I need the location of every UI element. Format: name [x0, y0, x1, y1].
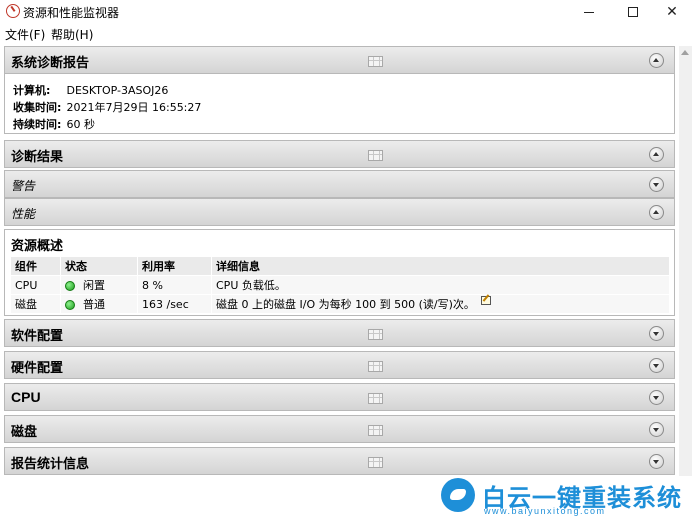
expand-toggle[interactable] [649, 358, 664, 373]
minimize-icon [584, 11, 594, 13]
close-button[interactable]: ✕ [655, 0, 689, 24]
section-label: 系统诊断报告 [11, 56, 90, 71]
table-row: CPU 闲置 8 % CPU 负载低。 [10, 275, 670, 295]
info-key: 持续时间: [13, 118, 62, 131]
column-header: 组件 [10, 256, 61, 276]
section-label: 报告统计信息 [11, 457, 90, 472]
status-text: 普通 [83, 298, 105, 311]
section-label: CPU [11, 389, 41, 405]
chevron-down-icon [653, 332, 659, 336]
resource-monitor-icon [6, 4, 20, 18]
vertical-scrollbar[interactable] [679, 46, 692, 476]
minimize-button[interactable] [572, 0, 606, 24]
section-label: 性能 [11, 207, 36, 221]
section-disk[interactable]: 磁盘 [4, 415, 675, 443]
table-view-icon[interactable] [368, 150, 383, 161]
details-text: 磁盘 0 上的磁盘 I/O 为每秒 100 到 500 (读/写)次。 [216, 298, 475, 311]
status-ok-icon [65, 300, 75, 310]
section-label: 磁盘 [11, 425, 38, 440]
section-report-stats[interactable]: 报告统计信息 [4, 447, 675, 475]
info-value: 2021年7月29日 16:55:27 [66, 101, 202, 114]
section-label: 软件配置 [11, 329, 64, 344]
close-icon: ✕ [666, 4, 678, 20]
section-diagnostic-results[interactable]: 诊断结果 [4, 140, 675, 168]
table-view-icon[interactable] [368, 425, 383, 436]
expand-toggle[interactable] [649, 454, 664, 469]
expand-toggle[interactable] [649, 326, 664, 341]
info-computer: 计算机: DESKTOP-3ASOJ26 [13, 82, 168, 98]
report-info-panel: 计算机: DESKTOP-3ASOJ26 收集时间: 2021年7月29日 16… [4, 74, 675, 134]
edit-icon[interactable] [480, 296, 491, 305]
maximize-button[interactable] [616, 0, 650, 24]
expand-toggle[interactable] [649, 422, 664, 437]
twitter-bird-logo-icon [441, 478, 475, 512]
cell-details: 磁盘 0 上的磁盘 I/O 为每秒 100 到 500 (读/写)次。 [211, 294, 670, 314]
chevron-down-icon [653, 183, 659, 187]
resource-overview-title: 资源概述 [11, 239, 64, 254]
cell-status: 闲置 [60, 275, 138, 295]
column-header: 详细信息 [211, 256, 670, 276]
column-header: 利用率 [137, 256, 212, 276]
chevron-down-icon [653, 460, 659, 464]
section-label: 诊断结果 [11, 150, 64, 165]
chevron-down-icon [653, 364, 659, 368]
maximize-icon [628, 7, 638, 17]
collapse-toggle[interactable] [649, 205, 664, 220]
watermark: 白云一键重装系统 www.baiyunxitong.com [436, 474, 692, 521]
column-header: 状态 [60, 256, 138, 276]
menu-bar: 文件(F) 帮助(H) [0, 24, 692, 42]
cell-component: 磁盘 [10, 294, 61, 314]
chevron-down-icon [653, 396, 659, 400]
section-system-report[interactable]: 系统诊断报告 [4, 46, 675, 74]
chevron-up-icon [653, 210, 659, 214]
expand-toggle[interactable] [649, 390, 664, 405]
expand-toggle[interactable] [649, 177, 664, 192]
cell-utilization: 8 % [137, 275, 212, 295]
section-software-config[interactable]: 软件配置 [4, 319, 675, 347]
chevron-up-icon [653, 152, 659, 156]
section-performance[interactable]: 性能 [4, 198, 675, 226]
section-label: 警告 [11, 179, 36, 193]
section-cpu[interactable]: CPU [4, 383, 675, 411]
cell-status: 普通 [60, 294, 138, 314]
collapse-toggle[interactable] [649, 147, 664, 162]
info-duration: 持续时间: 60 秒 [13, 116, 95, 132]
window-title: 资源和性能监视器 [23, 6, 120, 20]
section-hardware-config[interactable]: 硬件配置 [4, 351, 675, 379]
collapse-toggle[interactable] [649, 53, 664, 68]
table-view-icon[interactable] [368, 329, 383, 340]
chevron-down-icon [653, 428, 659, 432]
section-warning[interactable]: 警告 [4, 170, 675, 198]
info-key: 收集时间: [13, 101, 62, 114]
table-view-icon[interactable] [368, 393, 383, 404]
chevron-up-icon [653, 58, 659, 62]
table-view-icon[interactable] [368, 457, 383, 468]
table-view-icon[interactable] [368, 361, 383, 372]
scroll-up-icon[interactable] [681, 50, 689, 55]
table-row: 磁盘 普通 163 /sec 磁盘 0 上的磁盘 I/O 为每秒 100 到 5… [10, 294, 670, 314]
watermark-url: www.baiyunxitong.com [484, 506, 606, 516]
resource-overview-panel: 资源概述 组件 状态 利用率 详细信息 CPU 闲置 8 % CPU 负载低。 … [4, 229, 675, 316]
status-text: 闲置 [83, 279, 105, 292]
section-label: 硬件配置 [11, 361, 64, 376]
info-collected: 收集时间: 2021年7月29日 16:55:27 [13, 99, 201, 115]
cell-utilization: 163 /sec [137, 294, 212, 314]
menu-file[interactable]: 文件(F) [5, 26, 45, 43]
title-bar: 资源和性能监视器 ✕ [0, 0, 692, 24]
info-value: DESKTOP-3ASOJ26 [66, 84, 169, 97]
resource-overview-table: 组件 状态 利用率 详细信息 CPU 闲置 8 % CPU 负载低。 磁盘 普通… [10, 256, 670, 314]
info-key: 计算机: [13, 84, 51, 97]
cell-details: CPU 负载低。 [211, 275, 670, 295]
info-value: 60 秒 [66, 118, 96, 131]
cell-component: CPU [10, 275, 61, 295]
status-ok-icon [65, 281, 75, 291]
menu-help[interactable]: 帮助(H) [51, 26, 93, 43]
table-header-row: 组件 状态 利用率 详细信息 [10, 256, 670, 276]
table-view-icon[interactable] [368, 56, 383, 67]
